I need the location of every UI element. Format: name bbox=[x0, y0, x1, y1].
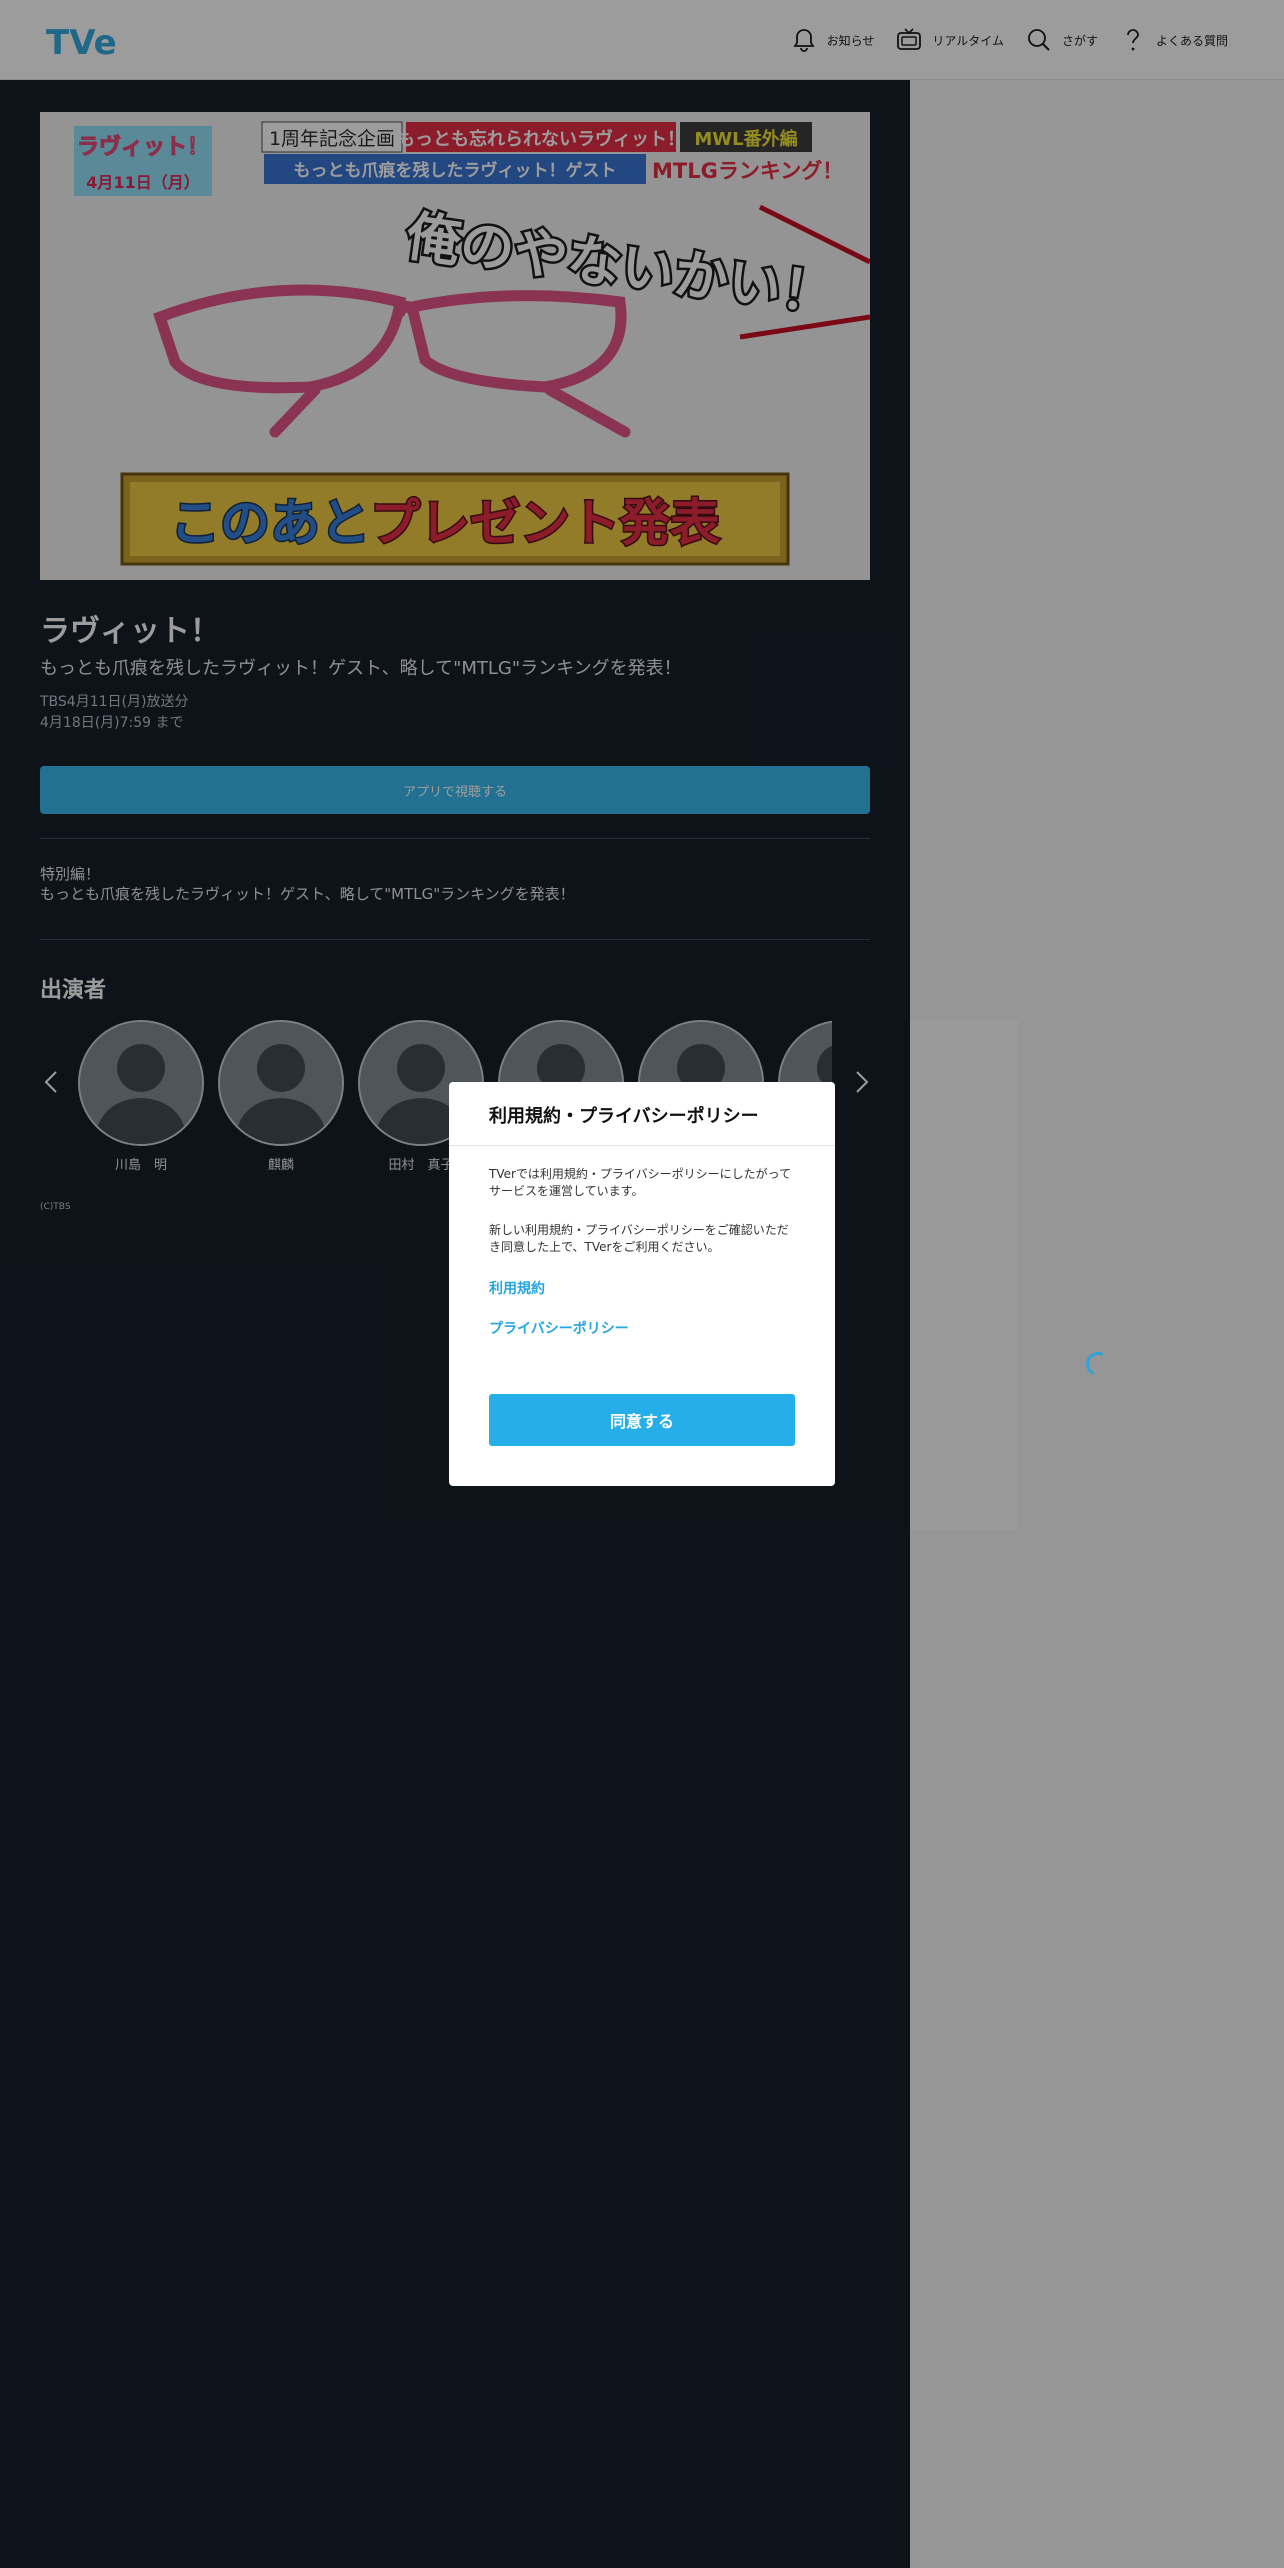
modal-text-2: 新しい利用規約・プライバシーポリシーをご確認いただき同意した上で、TVerをご利… bbox=[489, 1223, 789, 1254]
modal-body: TVerでは利用規約・プライバシーポリシーにしたがってサービスを運営しています。… bbox=[449, 1146, 835, 1338]
terms-consent-modal: 利用規約・プライバシーポリシー TVerでは利用規約・プライバシーポリシーにした… bbox=[449, 1082, 835, 1486]
terms-link[interactable]: 利用規約 bbox=[489, 1278, 795, 1298]
privacy-policy-link[interactable]: プライバシーポリシー bbox=[489, 1318, 795, 1338]
agree-button[interactable]: 同意する bbox=[489, 1394, 795, 1446]
modal-text-1: TVerでは利用規約・プライバシーポリシーにしたがってサービスを運営しています。 bbox=[489, 1167, 792, 1198]
modal-title: 利用規約・プライバシーポリシー bbox=[449, 1082, 835, 1146]
